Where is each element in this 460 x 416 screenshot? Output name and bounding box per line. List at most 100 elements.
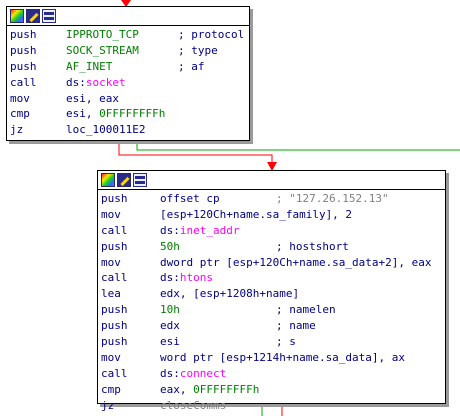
instruction-line[interactable]: call ds:inet_addr [98,223,445,239]
instruction-line[interactable]: mov [esp+120Ch+name.sa_family], 2 [98,207,445,223]
block-header [98,171,445,190]
operand-value: word ptr [esp+1214h+name.sa_data], ax [160,350,406,364]
instruction-line[interactable]: jz closeComms [98,398,445,414]
instruction-line[interactable]: push AF_INET ; af [7,59,249,75]
operand: closeComms [160,398,226,414]
instruction-line[interactable]: mov word ptr [esp+1214h+name.sa_data], ax [98,350,445,366]
operand: edx [160,318,180,334]
operand-value: esi [160,335,180,349]
mnemonic: push [101,303,128,317]
comment: ; "127.26.152.13" [276,192,389,205]
operand: loc_100011E2 [66,122,145,138]
operand: esi, eax [66,91,119,107]
operand-prefix: ds: [160,366,180,380]
mnemonic: mov [101,207,121,221]
operand-value[interactable]: loc_100011E2 [66,123,145,136]
operand-value: edx, [esp+1208h+name] [160,287,300,301]
mnemonic: push [10,28,37,41]
operand: edx, [esp+1208h+name] [160,286,299,302]
operand: ds:socket [66,75,126,91]
instruction-line[interactable]: call ds:socket [7,75,249,91]
mnemonic: mov [101,255,121,269]
mnemonic: cmp [10,107,30,121]
mnemonic: call [101,223,128,237]
mnemonic: call [10,75,37,89]
mnemonic: call [101,366,128,380]
comment: ; protocol [178,28,245,41]
instruction-line[interactable]: push 10h ; namelen [98,302,445,318]
operand-value: 50h [160,239,180,253]
mnemonic: mov [101,350,121,364]
mnemonic: jz [101,398,115,412]
instruction-list: push offset cp ; "127.26.152.13" mov [esp+12… [98,190,445,413]
operand-prefix: esi, [66,107,100,121]
instruction-line[interactable]: push IPPROTO_TCP ; protocol [7,27,249,43]
operand-value: AF_INET [66,59,113,73]
instruction-line[interactable]: push SOCK_STREAM ; type [7,43,249,59]
operand-value: esi, eax [66,91,119,105]
operand: IPPROTO_TCP [66,27,139,43]
comment: ; s [276,335,296,349]
instruction-line[interactable]: lea edx, [esp+1208h+name] [98,286,445,302]
operand: ds:connect [160,366,226,382]
operand-prefix: ds: [66,75,86,89]
operand-value: [esp+120Ch+name.sa_family], 2 [160,207,353,221]
comment: ; type [178,43,218,57]
mnemonic: push [10,43,37,57]
operand-prefix: ds: [160,271,180,285]
operand: dword ptr [esp+120Ch+name.sa_data+2], ea… [160,255,432,271]
edit-block-icon[interactable] [26,9,40,23]
operand-value: offset cp [160,192,220,205]
instruction-line[interactable]: push 50h ; hostshort [98,239,445,255]
operand-value[interactable]: closeComms [160,399,226,412]
operand: AF_INET [66,59,112,75]
edit-block-icon[interactable] [117,173,131,187]
mnemonic: jz [10,123,24,137]
instruction-line[interactable]: push esi ; s [98,334,445,350]
color-palette-icon[interactable] [10,9,24,23]
operand: offset cp [160,191,220,207]
comment: ; hostshort [276,239,349,253]
comment: ; namelen [276,303,336,317]
operand-value: SOCK_STREAM [66,43,139,57]
mnemonic: push [101,319,128,333]
operand-value: 0FFFFFFFFh [193,382,260,396]
operand-value[interactable]: connect [180,367,226,380]
group-nodes-icon[interactable] [133,173,147,187]
instruction-line[interactable]: mov esi, eax [7,91,249,107]
instruction-line[interactable]: cmp esi, 0FFFFFFFFh [7,106,249,122]
code-block-connect[interactable]: push offset cp ; "127.26.152.13" mov [esp+12… [97,170,446,412]
instruction-line[interactable]: call ds:htons [98,270,445,286]
operand-value: 10h [160,303,180,317]
operand: [esp+120Ch+name.sa_family], 2 [160,207,352,223]
mnemonic: call [101,271,128,285]
operand: 10h [160,302,180,318]
comment: ; name [276,319,316,333]
operand-value[interactable]: htons [180,271,213,284]
operand-value: edx [160,319,180,333]
operand: SOCK_STREAM [66,43,139,59]
color-palette-icon[interactable] [101,173,115,187]
group-nodes-icon[interactable] [42,9,56,23]
mnemonic: lea [101,287,121,301]
operand-value: 0FFFFFFFFh [99,107,166,121]
instruction-line[interactable]: push edx ; name [98,318,445,334]
mnemonic: push [101,192,128,205]
instruction-line[interactable]: jz loc_100011E2 [7,122,249,138]
instruction-line[interactable]: push offset cp ; "127.26.152.13" [98,191,445,207]
instruction-line[interactable]: mov dword ptr [esp+120Ch+name.sa_data+2],… [98,255,445,271]
instruction-line[interactable]: call ds:connect [98,366,445,382]
operand-value[interactable]: socket [86,76,126,89]
operand: word ptr [esp+1214h+name.sa_data], ax [160,350,405,366]
mnemonic: cmp [101,382,121,396]
block-header [7,7,249,26]
operand-value[interactable]: inet_addr [180,224,240,237]
code-block-socket[interactable]: push IPPROTO_TCP ; protocol push SOCK_STREAM… [6,6,250,141]
operand-prefix: ds: [160,223,180,237]
instruction-line[interactable]: cmp eax, 0FFFFFFFFh [98,382,445,398]
operand: esi [160,334,180,350]
edge-false-branch [136,141,460,151]
mnemonic: push [10,59,37,73]
edge-true-branch [118,141,273,168]
operand-value: dword ptr [esp+120Ch+name.sa_data+2], ea… [160,255,432,269]
